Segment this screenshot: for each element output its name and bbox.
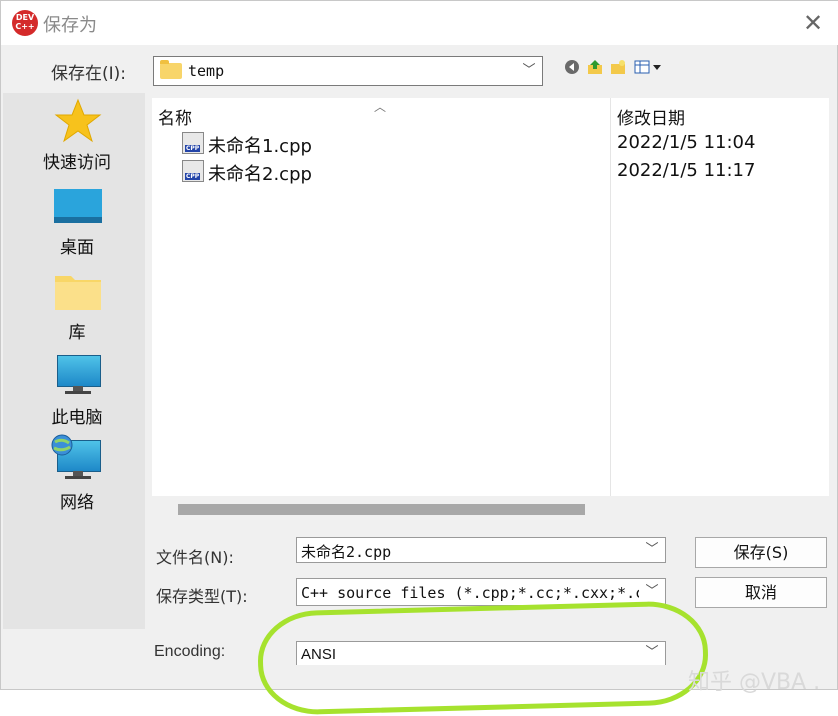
sort-ascending-icon: ︿	[374, 100, 387, 114]
view-menu-icon[interactable]	[633, 59, 665, 77]
network-icon	[51, 434, 103, 482]
place-this-pc[interactable]: 此电脑	[3, 353, 151, 433]
column-header-date[interactable]: 修改日期	[617, 104, 685, 129]
file-date: 2022/1/5 11:17	[617, 160, 756, 181]
save-in-combo[interactable]: temp ﹀	[153, 56, 543, 86]
place-desktop[interactable]: 桌面	[3, 183, 151, 263]
place-label: 此电脑	[51, 408, 103, 428]
column-header-name[interactable]: 名称	[158, 104, 192, 129]
cancel-button[interactable]: 取消	[695, 577, 827, 608]
folder-icon	[160, 60, 182, 79]
horizontal-scrollbar[interactable]	[178, 504, 585, 515]
save-in-label: 保存在(I):	[51, 64, 127, 84]
star-icon	[53, 98, 103, 143]
filetype-value: C++ source files (*.cpp;*.cc;*.cxx;*.c	[301, 584, 639, 602]
close-button[interactable]: ✕	[797, 7, 829, 39]
computer-icon	[53, 353, 103, 397]
watermark: 知乎 @VBA .	[688, 670, 821, 695]
new-folder-icon[interactable]	[609, 59, 627, 77]
place-label: 网络	[60, 493, 94, 513]
encoding-label: Encoding:	[154, 643, 226, 660]
filename-label: 文件名(N):	[156, 548, 234, 567]
chevron-down-icon[interactable]: ﹀	[516, 57, 542, 85]
save-button[interactable]: 保存(S)	[695, 537, 827, 568]
dialog-title: 保存为	[43, 15, 97, 36]
place-label: 桌面	[60, 238, 94, 258]
file-list[interactable]: ︿ 名称 修改日期 CPP 未命名1.cpp 2022/1/5 11:04 CP…	[152, 98, 829, 496]
filename-value: 未命名2.cpp	[301, 543, 392, 561]
save-as-dialog: DEV C++ 保存为 ✕ 保存在(I): temp ﹀ 快速访问 桌面 库 此…	[0, 0, 838, 690]
file-row[interactable]: CPP 未命名1.cpp 2022/1/5 11:04	[182, 130, 822, 157]
file-name: 未命名2.cpp	[208, 164, 312, 185]
library-folder-icon	[53, 268, 103, 312]
back-icon[interactable]	[563, 59, 581, 77]
devcpp-app-icon: DEV C++	[12, 10, 38, 36]
up-folder-icon[interactable]	[586, 59, 604, 77]
save-in-value: temp	[188, 62, 225, 80]
place-label: 库	[68, 323, 86, 343]
places-bar: 快速访问 桌面 库 此电脑 网络	[3, 93, 145, 629]
green-highlight-circle	[256, 600, 710, 716]
place-quick-access[interactable]: 快速访问	[3, 98, 151, 178]
file-row[interactable]: CPP 未命名2.cpp 2022/1/5 11:17	[182, 158, 822, 185]
file-date: 2022/1/5 11:04	[617, 132, 756, 153]
place-library[interactable]: 库	[3, 268, 151, 348]
chevron-down-icon[interactable]: ﹀	[639, 538, 665, 562]
title-bar: DEV C++ 保存为 ✕	[1, 1, 838, 45]
filename-field[interactable]: 未命名2.cpp ﹀	[296, 537, 666, 563]
cpp-file-icon: CPP	[182, 132, 204, 154]
cpp-file-icon: CPP	[182, 160, 204, 182]
desktop-icon	[53, 183, 103, 227]
file-name: 未命名1.cpp	[208, 136, 312, 157]
place-network[interactable]: 网络	[3, 434, 151, 518]
filetype-label: 保存类型(T):	[156, 587, 248, 606]
place-label: 快速访问	[43, 153, 111, 173]
